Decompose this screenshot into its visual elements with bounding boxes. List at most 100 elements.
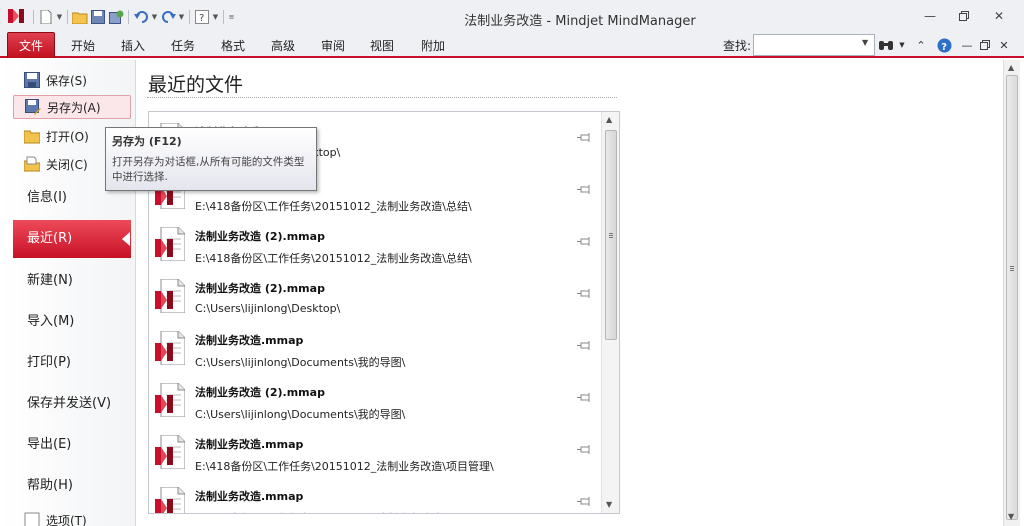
recent-file-name: 法制业务改造.mmap bbox=[195, 334, 304, 347]
tab-file[interactable]: 文件 bbox=[7, 32, 55, 58]
backstage-recent[interactable]: 最近(R) bbox=[13, 220, 131, 258]
tab-task[interactable]: 任务 bbox=[166, 36, 200, 56]
chevron-down-icon[interactable]: ▼ bbox=[894, 37, 910, 53]
backstage-save-send[interactable]: 保存并发送(V) bbox=[27, 393, 111, 415]
tab-review[interactable]: 审阅 bbox=[316, 36, 350, 56]
scroll-up-icon[interactable]: ▲ bbox=[1008, 63, 1014, 72]
backstage-open[interactable]: 打开(O) bbox=[24, 126, 89, 146]
recent-file-path: C:\Users\lijinlong\Desktop\ bbox=[195, 302, 341, 315]
recent-file-name: 法制业务改造 (2).mmap bbox=[195, 230, 325, 243]
list-scrollbar[interactable]: ▲ ▼ bbox=[601, 112, 619, 513]
recent-file-row[interactable]: 法制业务改造.mmap C:\Users\lijinlong\Documents\… bbox=[149, 326, 601, 378]
scroll-down-icon[interactable]: ▼ bbox=[1008, 512, 1014, 521]
recent-file-path: E:\418备份区\工作任务\20151012_法制业务改造\总结\ bbox=[195, 252, 472, 265]
backstage-close[interactable]: 关闭(C) bbox=[24, 154, 88, 174]
backstage-import[interactable]: 导入(M) bbox=[27, 311, 74, 333]
tab-insert[interactable]: 插入 bbox=[116, 36, 150, 56]
backstage-save-as-label: 另存为(A) bbox=[47, 100, 101, 115]
close-icon[interactable]: ✕ bbox=[982, 5, 1016, 27]
open-folder-icon bbox=[24, 130, 40, 144]
recent-file-path: E:\418备份区\工作任务\20151012_法制业务改造\ bbox=[195, 510, 446, 513]
recent-file-row[interactable]: 法制业务改造 (2).mmap C:\Users\lijinlong\Docume… bbox=[149, 378, 601, 430]
recent-file-path: E:\418备份区\工作任务\20151012_法制业务改造\项目管理\ bbox=[195, 460, 494, 473]
tab-view[interactable]: 视图 bbox=[365, 36, 399, 56]
collapse-ribbon-icon[interactable]: ⌃ bbox=[913, 37, 929, 53]
pin-icon[interactable] bbox=[577, 236, 593, 248]
backstage-save-label: 保存(S) bbox=[46, 73, 87, 88]
restore-icon[interactable] bbox=[977, 37, 993, 53]
backstage-save[interactable]: 保存(S) bbox=[24, 70, 87, 90]
grip-line bbox=[609, 233, 613, 234]
minimize-icon[interactable]: — bbox=[959, 37, 975, 53]
recent-file-name: 法制业务改造.mmap bbox=[195, 490, 304, 503]
grip-line bbox=[1010, 268, 1014, 269]
backstage-print[interactable]: 打印(P) bbox=[27, 352, 71, 374]
backstage-close-label: 关闭(C) bbox=[46, 157, 88, 172]
close-folder-icon bbox=[24, 156, 40, 172]
ribbon-tabs: 文件 开始 插入 任务 格式 高级 审阅 视图 附加 查找: ▼ ▼ ⌃ ? —… bbox=[0, 32, 1024, 58]
backstage-options[interactable]: 选项(T) bbox=[24, 510, 87, 526]
grip-line bbox=[1010, 270, 1014, 271]
recent-file-row[interactable]: 法制业务改造 (2).mmap E:\418备份区\工作任务\20151012_法… bbox=[149, 222, 601, 274]
recent-file-path: E:\418备份区\工作任务\20151012_法制业务改造\总结\ bbox=[195, 200, 472, 213]
pin-icon[interactable] bbox=[577, 496, 593, 508]
pin-icon[interactable] bbox=[577, 392, 593, 404]
help-icon[interactable]: ? bbox=[936, 37, 952, 53]
recent-file-row[interactable]: 法制业务改造.mmap E:\418备份区\工作任务\20151012_法制业务改… bbox=[149, 482, 601, 513]
tooltip-title: 另存为 (F12) bbox=[112, 135, 182, 148]
pin-icon[interactable] bbox=[577, 444, 593, 456]
pin-icon[interactable] bbox=[577, 288, 593, 300]
find-label: 查找: bbox=[723, 39, 752, 53]
pin-icon[interactable] bbox=[577, 184, 593, 196]
grip-line bbox=[609, 235, 613, 236]
tab-home[interactable]: 开始 bbox=[66, 36, 100, 56]
tooltip-body: 打开另存为对话框,从所有可能的文件类型中进行选择. bbox=[112, 156, 305, 183]
page-title: 最近的文件 bbox=[148, 74, 244, 96]
mindmanager-file-icon bbox=[155, 487, 185, 513]
grip-line bbox=[1010, 266, 1014, 267]
recent-file-path: C:\Users\lijinlong\Documents\我的导图\ bbox=[195, 408, 406, 421]
mindmanager-file-icon bbox=[155, 435, 185, 469]
window-title: 法制业务改造 - Mindjet MindManager bbox=[464, 14, 696, 29]
backstage-export[interactable]: 导出(E) bbox=[27, 434, 71, 456]
selected-arrow-icon bbox=[122, 232, 130, 246]
tab-advanced[interactable]: 高级 bbox=[266, 36, 300, 56]
recent-file-name: 法制业务改造.mmap bbox=[195, 438, 304, 451]
backstage-info[interactable]: 信息(I) bbox=[27, 187, 67, 209]
mindmanager-file-icon bbox=[155, 227, 185, 261]
pin-icon[interactable] bbox=[577, 340, 593, 352]
tab-addins[interactable]: 附加 bbox=[416, 36, 450, 56]
binoculars-icon[interactable] bbox=[878, 37, 894, 53]
scrollbar-thumb[interactable] bbox=[605, 130, 617, 340]
recent-file-row[interactable]: 法制业务改造.mmap E:\418备份区\工作任务\20151012_法制业务改… bbox=[149, 430, 601, 482]
backstage-options-label: 选项(T) bbox=[46, 513, 87, 526]
grip-line bbox=[609, 237, 613, 238]
title-divider bbox=[147, 97, 617, 98]
save-as-icon bbox=[25, 99, 41, 115]
minimize-icon[interactable]: — bbox=[913, 5, 947, 27]
tab-format[interactable]: 格式 bbox=[216, 36, 250, 56]
scrollbar-thumb[interactable] bbox=[1006, 75, 1018, 520]
recent-file-row[interactable]: 法制业务改造 (2).mmap C:\Users\lijinlong\Deskto… bbox=[149, 274, 601, 326]
title-bar: ▼ ▼ ▼ ? ▼ ≡ 法制业务改造 - Mindjet MindManager… bbox=[0, 0, 1024, 32]
save-as-tooltip: 另存为 (F12) 打开另存为对话框,从所有可能的文件类型中进行选择. bbox=[105, 127, 317, 191]
chevron-down-icon[interactable]: ▼ bbox=[862, 38, 868, 47]
restore-icon[interactable] bbox=[947, 5, 981, 27]
window-scrollbar[interactable]: ▲ ▼ bbox=[1003, 60, 1020, 526]
save-icon bbox=[24, 72, 40, 88]
mindmanager-file-icon bbox=[155, 279, 185, 313]
pin-icon[interactable] bbox=[577, 132, 593, 144]
close-icon[interactable]: ✕ bbox=[996, 37, 1012, 53]
svg-text:?: ? bbox=[941, 42, 947, 53]
find-input[interactable] bbox=[753, 34, 875, 56]
scroll-up-icon[interactable]: ▲ bbox=[606, 115, 612, 124]
scroll-down-icon[interactable]: ▼ bbox=[606, 500, 612, 509]
backstage-help[interactable]: 帮助(H) bbox=[27, 475, 73, 497]
backstage-save-as[interactable]: 另存为(A) bbox=[13, 95, 131, 119]
backstage-new[interactable]: 新建(N) bbox=[27, 270, 73, 292]
options-icon bbox=[24, 512, 40, 526]
mindmanager-file-icon bbox=[155, 383, 185, 417]
recent-file-name: 法制业务改造 (2).mmap bbox=[195, 386, 325, 399]
mindmanager-file-icon bbox=[155, 331, 185, 365]
recent-file-path: C:\Users\lijinlong\Documents\我的导图\ bbox=[195, 356, 406, 369]
